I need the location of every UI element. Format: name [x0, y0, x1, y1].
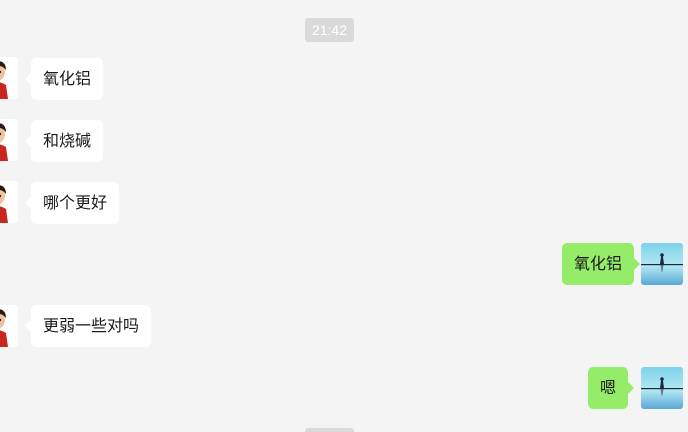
cartoon-boy-avatar-icon — [0, 119, 18, 161]
contact-avatar[interactable] — [0, 305, 18, 347]
incoming-message-bubble[interactable]: 氧化铝 — [24, 58, 104, 100]
contact-avatar[interactable] — [0, 119, 18, 161]
outgoing-message-bubble[interactable]: 氧化铝 — [561, 243, 641, 285]
timestamp-badge-partial — [305, 428, 354, 432]
cartoon-boy-avatar-icon — [0, 305, 18, 347]
lake-silhouette-avatar-icon — [641, 243, 683, 285]
cartoon-boy-avatar-icon — [0, 57, 18, 99]
user-avatar[interactable] — [641, 243, 683, 285]
incoming-message-bubble[interactable]: 更弱一些对吗 — [24, 305, 152, 347]
outgoing-message-bubble[interactable]: 嗯 — [587, 367, 635, 409]
cartoon-boy-avatar-icon — [0, 181, 18, 223]
incoming-message-bubble[interactable]: 和烧碱 — [24, 120, 104, 162]
timestamp-badge: 21:42 — [305, 18, 354, 42]
lake-silhouette-avatar-icon — [641, 367, 683, 409]
incoming-message-bubble[interactable]: 哪个更好 — [24, 182, 120, 224]
contact-avatar[interactable] — [0, 57, 18, 99]
user-avatar[interactable] — [641, 367, 683, 409]
contact-avatar[interactable] — [0, 181, 18, 223]
